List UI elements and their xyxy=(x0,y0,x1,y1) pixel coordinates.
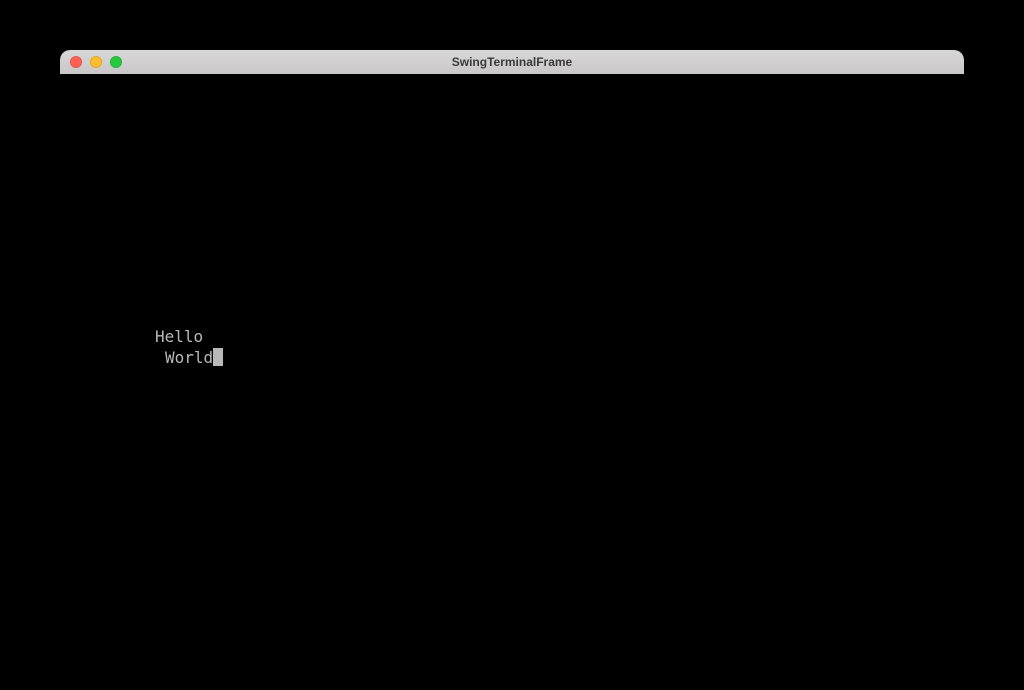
cursor-icon xyxy=(213,348,223,366)
app-window: SwingTerminalFrame Hello World xyxy=(60,50,964,640)
fullscreen-icon[interactable] xyxy=(110,56,122,68)
terminal-line: World xyxy=(165,347,223,368)
terminal-line: Hello xyxy=(155,326,203,347)
window-title: SwingTerminalFrame xyxy=(60,55,964,69)
minimize-icon[interactable] xyxy=(90,56,102,68)
titlebar: SwingTerminalFrame xyxy=(60,50,964,74)
terminal-text: World xyxy=(165,348,213,367)
traffic-lights xyxy=(60,56,122,68)
terminal-viewport[interactable]: Hello World xyxy=(60,74,964,640)
close-icon[interactable] xyxy=(70,56,82,68)
